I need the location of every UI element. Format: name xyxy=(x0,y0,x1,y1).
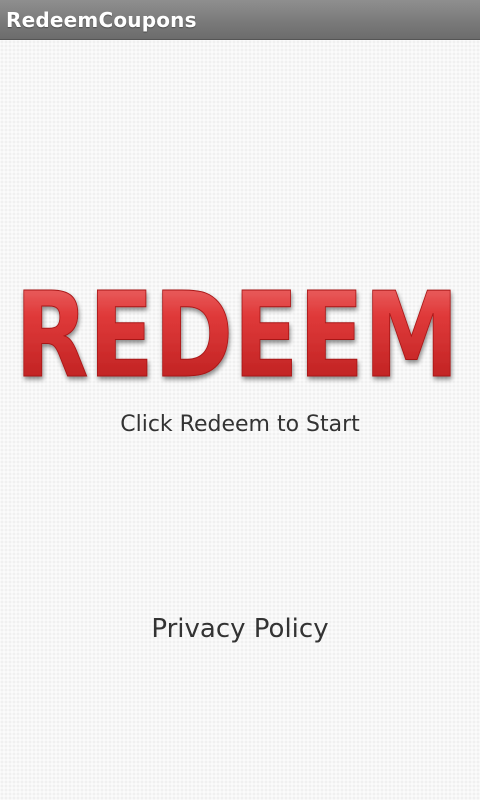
app-title: RedeemCoupons xyxy=(6,7,197,32)
redeem-logo-graphic: REDEEM xyxy=(15,284,460,390)
redeem-logo-text: REDEEM xyxy=(15,284,459,390)
privacy-policy-link[interactable]: Privacy Policy xyxy=(0,614,480,644)
instruction-text: Click Redeem to Start xyxy=(120,412,360,437)
redeem-button[interactable]: REDEEM xyxy=(12,284,462,390)
title-bar: RedeemCoupons xyxy=(0,0,480,40)
